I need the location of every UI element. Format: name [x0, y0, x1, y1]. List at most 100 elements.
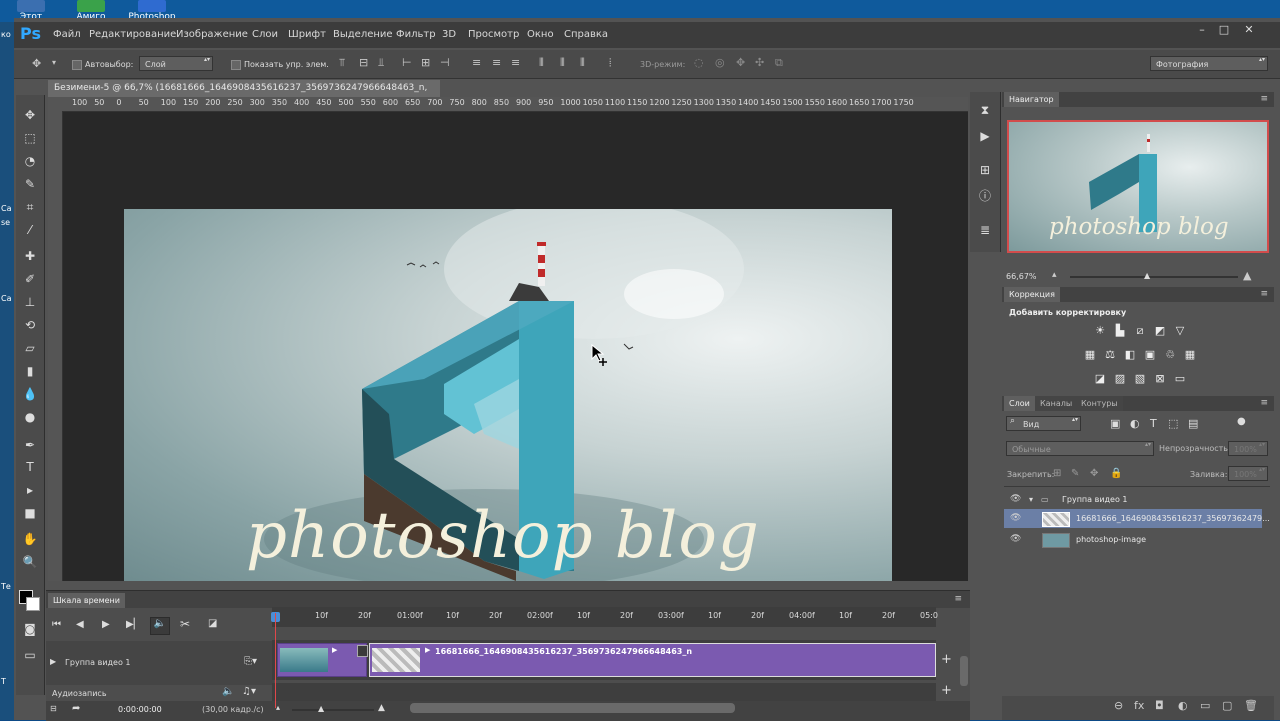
panel-menu-icon[interactable]: ≡: [1260, 398, 1268, 408]
close-button[interactable]: ✕: [1238, 22, 1260, 38]
filter-shape-icon[interactable]: ⬚: [1168, 417, 1178, 430]
eyedropper-tool-icon[interactable]: ⁄: [16, 220, 44, 240]
new-layer-icon[interactable]: ▢: [1222, 699, 1232, 712]
color-lookup-icon[interactable]: ▦: [1184, 349, 1196, 361]
hand-tool-icon[interactable]: ✋: [16, 529, 44, 549]
new-adjustment-icon[interactable]: ◐: [1178, 699, 1188, 712]
zoom-in-timeline-icon[interactable]: ▲: [378, 703, 385, 713]
eye-icon[interactable]: 👁: [1010, 530, 1021, 549]
menu-file[interactable]: Файл: [53, 29, 81, 40]
auto-align-icon[interactable]: ⦙: [609, 56, 611, 70]
align-top-icon[interactable]: ⫪: [339, 56, 345, 70]
add-media-icon[interactable]: ⎘▾: [244, 656, 257, 667]
filter-pixel-icon[interactable]: ▣: [1110, 417, 1120, 430]
prev-frame-icon[interactable]: ◀: [76, 619, 84, 630]
invert-icon[interactable]: ◪: [1094, 373, 1106, 385]
navigator-zoom-value[interactable]: 66,67%: [1006, 272, 1037, 281]
menu-select[interactable]: Выделение: [333, 29, 393, 40]
crop-tool-icon[interactable]: ⌗: [16, 197, 44, 217]
zoom-tool-icon[interactable]: 🔍: [16, 552, 44, 572]
render-video-icon[interactable]: ➦: [72, 703, 80, 714]
filter-smart-icon[interactable]: ▤: [1188, 417, 1198, 430]
align-right-icon[interactable]: ⊣: [440, 56, 450, 69]
levels-icon[interactable]: ▙: [1114, 325, 1126, 337]
history-brush-tool-icon[interactable]: ⟲: [16, 315, 44, 335]
filter-type-icon[interactable]: T: [1150, 417, 1157, 430]
maximize-button[interactable]: □: [1213, 22, 1235, 38]
blend-mode-dropdown[interactable]: Обычные: [1006, 441, 1154, 456]
autoselect-dropdown[interactable]: Слой: [139, 56, 213, 71]
distribute-bottom-icon[interactable]: ≡: [511, 56, 520, 69]
menu-layers[interactable]: Слои: [252, 29, 278, 40]
align-bottom-icon[interactable]: ⫫: [378, 56, 384, 70]
distribute-right-icon[interactable]: ⦀: [580, 56, 585, 70]
exposure-icon[interactable]: ◩: [1154, 325, 1166, 337]
brightness-icon[interactable]: ☀: [1094, 325, 1106, 337]
gradient-tool-icon[interactable]: ▮: [16, 361, 44, 381]
posterize-icon[interactable]: ▨: [1114, 373, 1126, 385]
lasso-tool-icon[interactable]: ◔: [16, 151, 44, 171]
frames-icon[interactable]: ⊟: [50, 704, 57, 713]
autoselect-checkbox[interactable]: [72, 60, 82, 70]
align-left-icon[interactable]: ⊢: [402, 56, 412, 69]
distribute-left-icon[interactable]: ⦀: [539, 56, 544, 70]
align-hcenter-icon[interactable]: ⊞: [421, 56, 430, 69]
add-audio-icon[interactable]: +: [941, 683, 952, 698]
hue-saturation-icon[interactable]: ▦: [1084, 349, 1096, 361]
orbit-3d-icon[interactable]: ◌: [694, 56, 704, 69]
new-group-icon[interactable]: ▭: [1200, 699, 1210, 712]
clip-menu-icon[interactable]: ▶: [332, 646, 337, 654]
disclosure-triangle-icon[interactable]: ▾: [1029, 490, 1033, 509]
layer-row-group[interactable]: 👁 ▾ ▭ Группа видео 1: [1004, 490, 1262, 509]
info-panel-icon[interactable]: ⓘ: [971, 186, 999, 206]
timeline-horizontal-scrollbar[interactable]: [410, 703, 735, 713]
lock-pixels-icon[interactable]: ✎: [1071, 468, 1079, 479]
show-controls-checkbox[interactable]: [231, 60, 241, 70]
add-clip-icon[interactable]: +: [941, 652, 952, 667]
zoom-out-icon[interactable]: ▴: [1052, 270, 1057, 280]
layer-filter-dropdown[interactable]: Вид: [1006, 416, 1081, 431]
adjustments-panel-icon[interactable]: ≣: [971, 220, 999, 240]
photo-filter-icon[interactable]: ▣: [1144, 349, 1156, 361]
move-tool-icon[interactable]: ✥: [32, 57, 41, 70]
gradient-map-icon[interactable]: ▭: [1174, 373, 1186, 385]
quick-mask-icon[interactable]: ◙: [16, 619, 44, 639]
curves-icon[interactable]: ⧄: [1134, 325, 1146, 337]
add-mask-icon[interactable]: ◘: [1155, 699, 1164, 712]
history-panel-icon[interactable]: ⧗: [971, 100, 999, 120]
roll-3d-icon[interactable]: ◎: [715, 56, 725, 69]
pen-tool-icon[interactable]: ✒: [16, 435, 44, 455]
selective-color-icon[interactable]: ⊠: [1154, 373, 1166, 385]
move-tool-icon[interactable]: ✥: [16, 105, 44, 125]
filter-toggle-icon[interactable]: ●: [1237, 416, 1246, 427]
navigator-zoom-slider[interactable]: [1070, 276, 1238, 278]
properties-panel-icon[interactable]: ⊞: [971, 160, 999, 180]
tab-timeline[interactable]: Шкала времени: [48, 593, 125, 608]
scissors-icon[interactable]: ✂: [180, 617, 190, 631]
menu-help[interactable]: Справка: [564, 29, 608, 40]
threshold-icon[interactable]: ▧: [1134, 373, 1146, 385]
menu-edit[interactable]: Редактирование: [89, 29, 176, 40]
transition-icon[interactable]: ◪: [208, 618, 217, 629]
link-layers-icon[interactable]: ⊖: [1114, 699, 1123, 712]
tab-channels[interactable]: Каналы: [1035, 396, 1078, 411]
timeline-vertical-scrollbar[interactable]: [960, 656, 968, 686]
channel-mixer-icon[interactable]: ♲: [1164, 349, 1176, 361]
next-frame-icon[interactable]: ▶▏: [126, 619, 141, 630]
audio-note-icon[interactable]: ♫▾: [242, 686, 256, 697]
eraser-tool-icon[interactable]: ▱: [16, 338, 44, 358]
stamp-tool-icon[interactable]: ⊥: [16, 292, 44, 312]
distribute-top-icon[interactable]: ≡: [472, 56, 481, 69]
chevron-down-icon[interactable]: ▾: [52, 58, 56, 67]
timeline-zoom-slider[interactable]: [292, 709, 374, 711]
screen-mode-icon[interactable]: ▭: [16, 645, 44, 665]
background-color-swatch[interactable]: [26, 597, 40, 611]
align-vcenter-icon[interactable]: ⊟: [359, 56, 368, 69]
eye-icon[interactable]: 👁: [1010, 509, 1021, 528]
scale-3d-icon[interactable]: ⧉: [775, 56, 783, 70]
image-canvas[interactable]: photoshop blog: [124, 209, 892, 581]
tab-layers[interactable]: Слои: [1004, 396, 1035, 411]
minimize-button[interactable]: –: [1191, 22, 1213, 38]
zoom-in-icon[interactable]: ▲: [1243, 269, 1251, 282]
brush-tool-icon[interactable]: ✐: [16, 269, 44, 289]
